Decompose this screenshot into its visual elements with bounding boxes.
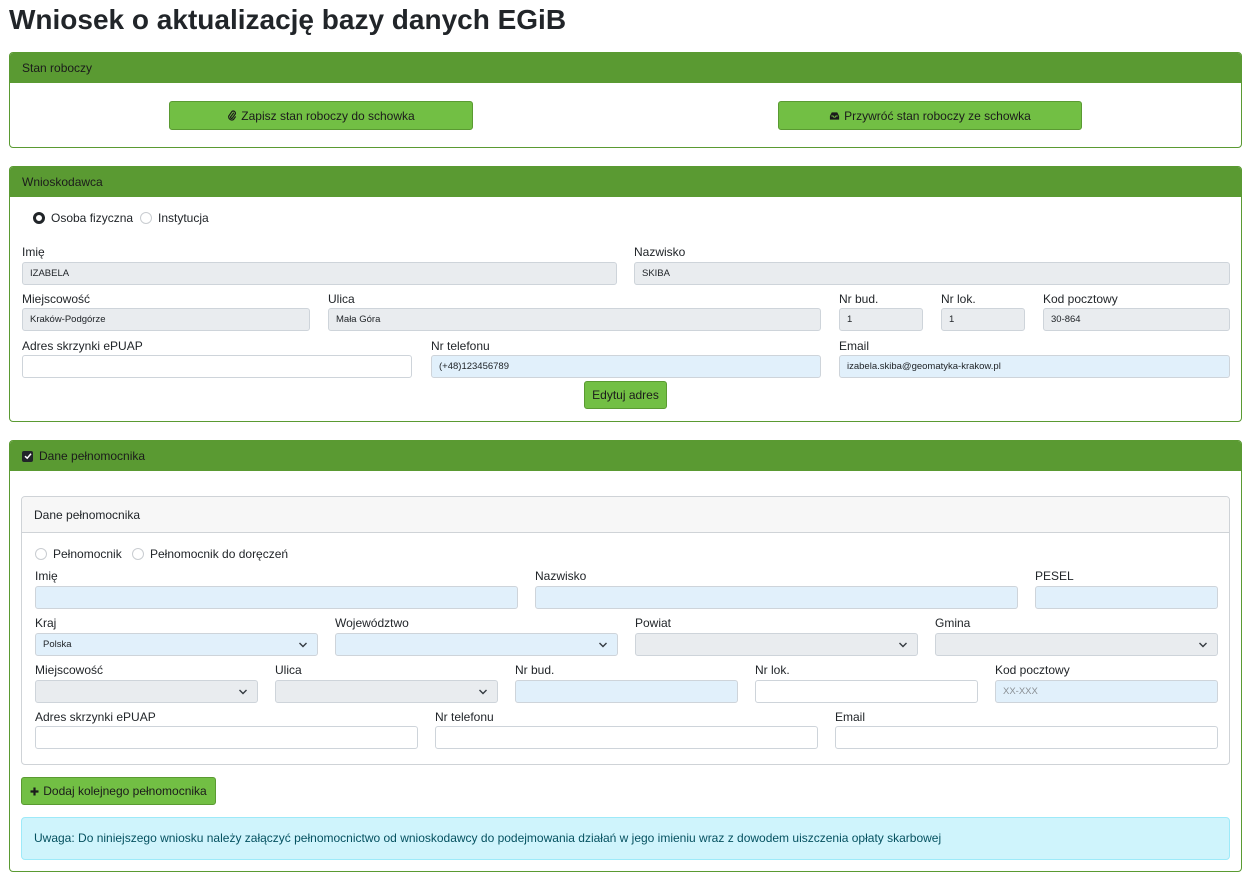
proxy-city-label: Miejscowość xyxy=(35,663,104,677)
draft-card: Stan roboczy Zapisz stan roboczy do scho… xyxy=(9,52,1242,148)
proxy-postal-label: Kod pocztowy xyxy=(995,663,1070,677)
email-label: Email xyxy=(839,339,870,353)
restore-draft-button[interactable]: Przywróć stan roboczy ze schowka xyxy=(778,101,1082,130)
restore-draft-label: Przywróć stan roboczy ze schowka xyxy=(844,108,1031,123)
proxy-epuap-label: Adres skrzynki ePUAP xyxy=(35,710,156,724)
paperclip-icon xyxy=(228,110,237,121)
proxy-street-select[interactable] xyxy=(275,680,498,703)
chevron-down-icon xyxy=(1199,642,1207,648)
applicant-card: Wnioskodawca Osoba fizyczna Instytucja I… xyxy=(9,166,1242,422)
email-field[interactable]: izabela.skiba@geomatyka-krakow.pl xyxy=(839,355,1230,378)
proxy-email-label: Email xyxy=(835,710,866,724)
proxy-commune-label: Gmina xyxy=(935,616,971,630)
proxy-county-select[interactable] xyxy=(635,633,918,656)
apartment-label: Nr lok. xyxy=(941,292,976,306)
proxy-phone-label: Nr telefonu xyxy=(435,710,494,724)
proxy-first-name-label: Imię xyxy=(35,569,58,583)
last-name-label: Nazwisko xyxy=(634,245,686,259)
proxy-country-label: Kraj xyxy=(35,616,57,630)
proxy-last-name-label: Nazwisko xyxy=(535,569,587,583)
proxy-commune-select[interactable] xyxy=(935,633,1218,656)
proxy-card-header[interactable]: Dane pełnomocnika xyxy=(10,441,1241,471)
proxy-country-select[interactable]: Polska xyxy=(35,633,318,656)
proxy-country-value: Polska xyxy=(43,639,72,650)
proxy-city-select[interactable] xyxy=(35,680,258,703)
proxy-apartment-label: Nr lok. xyxy=(755,663,790,677)
save-draft-button[interactable]: Zapisz stan roboczy do schowka xyxy=(169,101,473,130)
applicant-card-header: Wnioskodawca xyxy=(10,167,1241,197)
postal-field[interactable]: 30-864 xyxy=(1043,308,1230,331)
phone-field[interactable]: (+48)123456789 xyxy=(431,355,821,378)
proxy-last-name-field[interactable] xyxy=(535,586,1018,609)
radio-person[interactable] xyxy=(33,212,45,224)
add-proxy-label: Dodaj kolejnego pełnomocnika xyxy=(43,784,207,798)
chevron-down-icon xyxy=(599,642,607,648)
proxy-pesel-field[interactable] xyxy=(1035,586,1218,609)
chevron-down-icon xyxy=(899,642,907,648)
proxy-first-name-field[interactable] xyxy=(35,586,518,609)
radio-delivery-proxy-label: Pełnomocnik do doręczeń xyxy=(150,547,289,561)
proxy-epuap-field[interactable] xyxy=(35,726,418,749)
street-field[interactable]: Mała Góra xyxy=(328,308,821,331)
draft-card-header: Stan roboczy xyxy=(10,53,1241,83)
city-field[interactable]: Kraków-Podgórze xyxy=(22,308,310,331)
street-label: Ulica xyxy=(328,292,355,306)
phone-label: Nr telefonu xyxy=(431,339,490,353)
chevron-down-icon xyxy=(239,689,247,695)
first-name-field[interactable]: IZABELA xyxy=(22,262,617,285)
proxy-notice-alert: Uwaga: Do niniejszego wniosku należy zał… xyxy=(21,817,1230,860)
epuap-field[interactable] xyxy=(22,355,412,378)
radio-proxy-label: Pełnomocnik xyxy=(53,547,122,561)
inbox-icon xyxy=(830,111,840,120)
first-name-label: Imię xyxy=(22,245,45,259)
save-draft-label: Zapisz stan roboczy do schowka xyxy=(241,108,415,123)
proxy-apartment-field[interactable] xyxy=(755,680,978,703)
postal-label: Kod pocztowy xyxy=(1043,292,1118,306)
radio-proxy[interactable] xyxy=(35,548,47,560)
chevron-down-icon xyxy=(479,689,487,695)
proxy-email-field[interactable] xyxy=(835,726,1218,749)
proxy-postal-field[interactable]: XX-XXX xyxy=(995,680,1218,703)
radio-person-label: Osoba fizyczna xyxy=(51,211,134,225)
radio-institution[interactable] xyxy=(140,212,152,224)
proxy-card: Dane pełnomocnika Dane pełnomocnika Pełn… xyxy=(9,440,1242,872)
proxy-inner-header: Dane pełnomocnika xyxy=(22,497,1229,533)
proxy-voivodeship-label: Województwo xyxy=(335,616,409,630)
proxy-building-label: Nr bud. xyxy=(515,663,555,677)
last-name-field[interactable]: SKIBA xyxy=(634,262,1230,285)
apartment-field[interactable]: 1 xyxy=(941,308,1025,331)
add-proxy-button[interactable]: Dodaj kolejnego pełnomocnika xyxy=(21,777,216,805)
checkbox-checked-icon[interactable] xyxy=(22,450,33,462)
building-label: Nr bud. xyxy=(839,292,879,306)
radio-delivery-proxy[interactable] xyxy=(132,548,144,560)
proxy-header-label: Dane pełnomocnika xyxy=(39,449,146,463)
edit-address-button[interactable]: Edytuj adres xyxy=(584,381,667,409)
proxy-pesel-label: PESEL xyxy=(1035,569,1074,583)
epuap-label: Adres skrzynki ePUAP xyxy=(22,339,143,353)
building-field[interactable]: 1 xyxy=(839,308,923,331)
proxy-street-label: Ulica xyxy=(275,663,302,677)
chevron-down-icon xyxy=(299,642,307,648)
radio-institution-label: Instytucja xyxy=(158,211,209,225)
plus-icon xyxy=(30,787,39,795)
proxy-phone-field[interactable] xyxy=(435,726,818,749)
page-title: Wniosek o aktualizację bazy danych EGiB xyxy=(9,4,567,35)
proxy-building-field[interactable] xyxy=(515,680,738,703)
proxy-county-label: Powiat xyxy=(635,616,672,630)
proxy-inner-card: Dane pełnomocnika Pełnomocnik Pełnomocni… xyxy=(21,496,1230,765)
city-label: Miejscowość xyxy=(22,292,91,306)
proxy-voivodeship-select[interactable] xyxy=(335,633,618,656)
